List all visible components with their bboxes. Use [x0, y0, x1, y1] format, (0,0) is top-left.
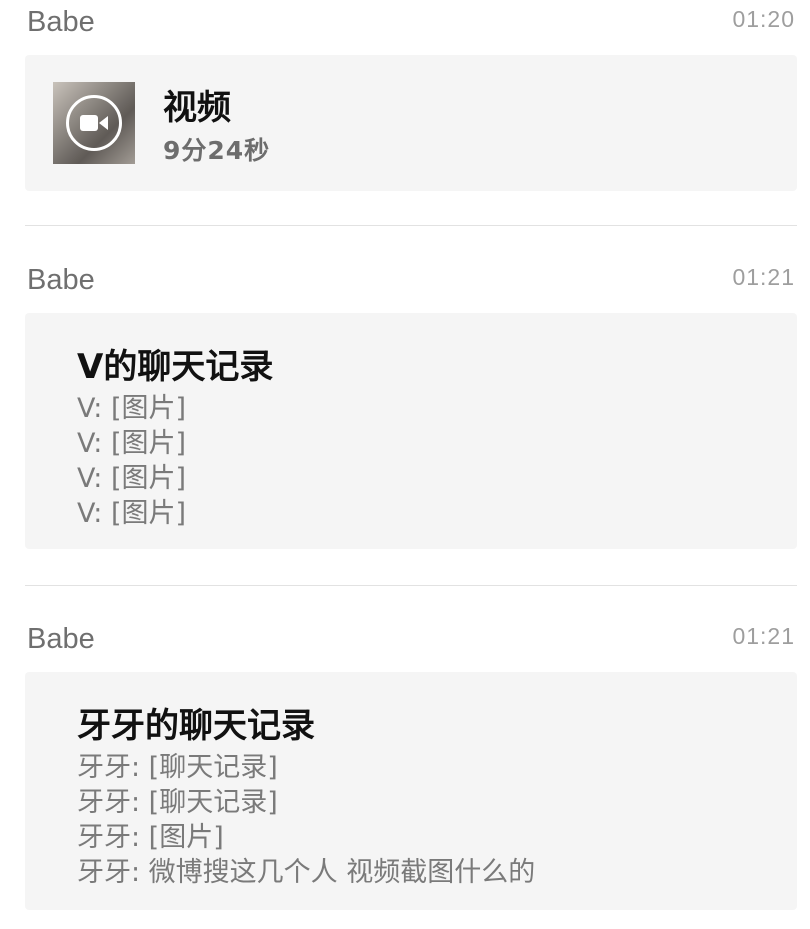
chat-record-card[interactable]: V的聊天记录 V: [图片] V: [图片] V: [图片] V: [图片]	[25, 313, 797, 549]
chat-record-line: V: [图片]	[77, 393, 187, 424]
message-time: 01:20	[732, 6, 795, 32]
chat-history-page: Babe 01:20 视频 9分24秒 Babe 01:21 V的聊天记录 V:…	[0, 0, 810, 929]
message-time: 01:21	[732, 623, 795, 649]
sender-name: Babe	[27, 623, 95, 655]
message-item: Babe 01:21 V的聊天记录 V: [图片] V: [图片] V: [图片…	[0, 258, 810, 549]
chat-record-line: V: [图片]	[77, 498, 187, 529]
chat-record-title: V的聊天记录	[77, 347, 274, 387]
video-thumbnail[interactable]	[53, 82, 135, 164]
sender-name: Babe	[27, 264, 95, 296]
chat-record-title: 牙牙的聊天记录	[77, 706, 315, 746]
chat-record-line: V: [图片]	[77, 428, 187, 459]
chat-record-line: 牙牙: 微博搜这几个人 视频截图什么的	[77, 857, 536, 888]
divider	[25, 225, 797, 226]
divider	[25, 585, 797, 586]
message-item: Babe 01:21 牙牙的聊天记录 牙牙: [聊天记录] 牙牙: [聊天记录]…	[0, 617, 810, 910]
chat-record-line: 牙牙: [聊天记录]	[77, 787, 278, 818]
chat-record-line: V: [图片]	[77, 463, 187, 494]
chat-record-line: 牙牙: [聊天记录]	[77, 752, 278, 783]
message-time: 01:21	[732, 264, 795, 290]
message-meta: Babe 01:21	[0, 258, 810, 312]
message-meta: Babe 01:20	[0, 0, 810, 54]
video-card[interactable]: 视频 9分24秒	[25, 55, 797, 191]
message-item: Babe 01:20 视频 9分24秒	[0, 0, 810, 191]
video-camera-icon	[66, 95, 122, 151]
chat-record-line: 牙牙: [图片]	[77, 822, 224, 853]
sender-name: Babe	[27, 6, 95, 38]
chat-record-card[interactable]: 牙牙的聊天记录 牙牙: [聊天记录] 牙牙: [聊天记录] 牙牙: [图片] 牙…	[25, 672, 797, 910]
video-title: 视频	[163, 88, 231, 128]
chat-record-preview: 牙牙: [聊天记录] 牙牙: [聊天记录] 牙牙: [图片] 牙牙: 微博搜这几…	[77, 750, 535, 890]
message-meta: Babe 01:21	[0, 617, 810, 671]
video-duration: 9分24秒	[163, 136, 271, 165]
chat-record-preview: V: [图片] V: [图片] V: [图片] V: [图片]	[77, 391, 186, 531]
